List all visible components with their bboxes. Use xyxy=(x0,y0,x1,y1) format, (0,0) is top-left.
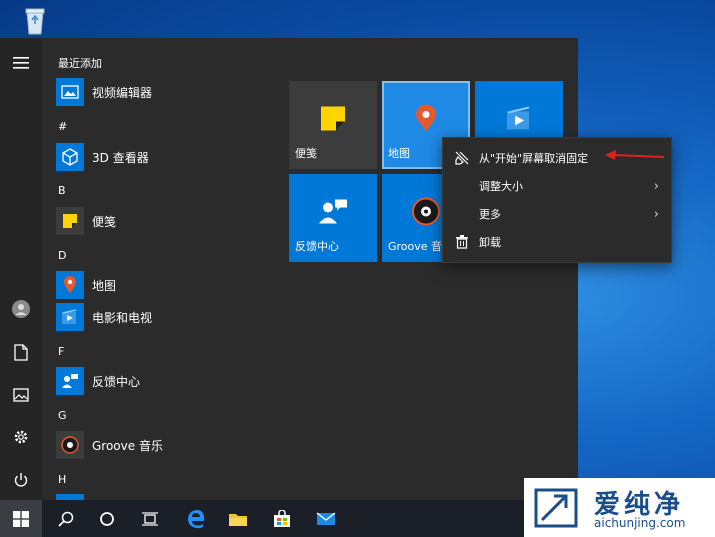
menu-item-uninstall[interactable]: 卸载 xyxy=(443,228,671,256)
user-avatar-icon[interactable] xyxy=(0,292,42,326)
sticky-notes-icon xyxy=(56,207,84,235)
hamburger-icon[interactable] xyxy=(0,46,42,80)
start-button[interactable] xyxy=(0,500,42,537)
search-icon[interactable] xyxy=(46,500,86,537)
group-letter[interactable]: D xyxy=(58,249,66,262)
mail-icon[interactable] xyxy=(306,500,346,537)
group-letter[interactable]: # xyxy=(58,120,67,133)
list-item[interactable]: 反馈中心 xyxy=(56,366,140,396)
feedback-hub-icon xyxy=(318,198,348,227)
recycle-bin-icon[interactable] xyxy=(20,6,50,36)
task-view-icon[interactable] xyxy=(130,500,170,537)
video-editor-icon xyxy=(56,78,84,106)
watermark-logo-icon xyxy=(534,488,578,528)
groove-music-icon xyxy=(412,197,440,228)
group-letter[interactable]: G xyxy=(58,409,67,422)
group-letter[interactable]: H xyxy=(58,473,66,486)
list-item[interactable]: Groove 音乐 xyxy=(56,430,163,460)
edge-browser-icon[interactable] xyxy=(176,500,216,537)
menu-item-more[interactable]: 更多 › xyxy=(443,200,671,228)
windows-logo-icon xyxy=(13,510,29,527)
groove-music-icon xyxy=(56,431,84,459)
chevron-right-icon: › xyxy=(653,178,659,194)
cortana-icon[interactable] xyxy=(87,500,127,537)
feedback-hub-icon xyxy=(56,367,84,395)
recent-header: 最近添加 xyxy=(58,57,102,70)
watermark-logo: 爱纯净 aichunjing.com xyxy=(524,478,715,537)
app-list: 最近添加 视频编辑器 # 3D 查看器 B 便笺 D 地图 电影和电视 F 反馈… xyxy=(42,38,282,500)
list-item[interactable]: 电影和电视 xyxy=(56,302,152,332)
start-rail xyxy=(0,38,42,500)
movies-tv-icon xyxy=(505,105,533,134)
power-icon[interactable] xyxy=(0,463,42,497)
maps-pin-icon xyxy=(415,104,437,135)
chevron-right-icon: › xyxy=(653,206,659,222)
tile-sticky-notes[interactable]: 便笺 xyxy=(289,81,377,169)
trash-icon xyxy=(455,235,469,249)
unpin-icon xyxy=(455,151,469,165)
pictures-icon[interactable] xyxy=(0,378,42,412)
movies-tv-icon xyxy=(56,303,84,331)
documents-icon[interactable] xyxy=(0,335,42,369)
annotation-arrow-icon xyxy=(605,150,665,160)
watermark-domain: aichunjing.com xyxy=(594,516,686,530)
group-letter[interactable]: F xyxy=(58,345,64,358)
store-icon[interactable] xyxy=(262,500,302,537)
list-item[interactable]: 3D 查看器 xyxy=(56,142,149,172)
list-item[interactable]: 地图 xyxy=(56,270,116,300)
tile-feedback-hub[interactable]: 反馈中心 xyxy=(289,174,377,262)
settings-gear-icon[interactable] xyxy=(0,420,42,454)
list-item[interactable]: 视频编辑器 xyxy=(56,77,152,107)
maps-pin-icon xyxy=(56,271,84,299)
menu-item-resize[interactable]: 调整大小 › xyxy=(443,172,671,200)
start-menu: 最近添加 视频编辑器 # 3D 查看器 B 便笺 D 地图 电影和电视 F 反馈… xyxy=(0,38,578,500)
file-explorer-icon[interactable] xyxy=(218,500,258,537)
list-item[interactable]: 便笺 xyxy=(56,206,116,236)
3d-viewer-icon xyxy=(56,143,84,171)
sticky-notes-icon xyxy=(320,105,346,134)
group-letter[interactable]: B xyxy=(58,184,66,197)
